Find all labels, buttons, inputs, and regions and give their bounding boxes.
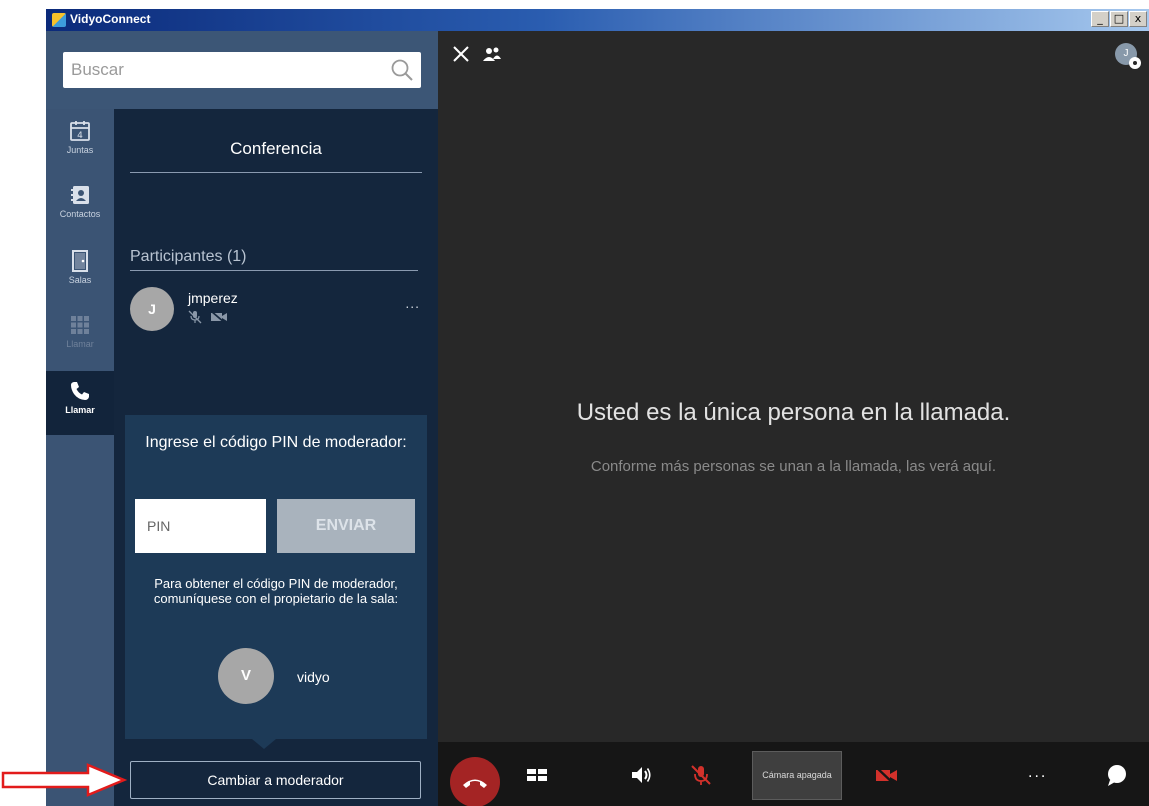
sidebar-item-salas[interactable]: Salas xyxy=(46,241,114,305)
close-window-button[interactable]: x xyxy=(1129,11,1147,27)
close-icon[interactable] xyxy=(452,45,470,63)
mic-muted-icon xyxy=(188,310,202,324)
search-box[interactable] xyxy=(63,52,421,88)
switch-to-moderator-button[interactable]: Cambiar a moderador xyxy=(130,761,421,799)
window-controls: _ □ x xyxy=(1091,11,1147,27)
sidebar-item-label: Salas xyxy=(68,275,92,285)
phone-icon xyxy=(71,382,89,400)
pin-input[interactable] xyxy=(135,499,266,553)
window-title: VidyoConnect xyxy=(70,12,151,26)
divider xyxy=(130,172,422,173)
popup-pointer xyxy=(252,739,276,749)
hangup-button[interactable] xyxy=(450,757,500,806)
chat-icon[interactable] xyxy=(1104,762,1130,788)
door-icon xyxy=(72,250,88,272)
sidebar-item-contactos[interactable]: Contactos xyxy=(46,175,114,239)
owner-name: vidyo xyxy=(297,669,330,685)
sidebar-item-label: Llamar xyxy=(65,405,95,415)
maximize-button[interactable]: □ xyxy=(1110,11,1128,27)
layout-icon[interactable] xyxy=(524,762,550,788)
minimize-button[interactable]: _ xyxy=(1091,11,1109,27)
participants-title: Participantes (1) xyxy=(130,248,247,265)
video-stage: J Usted es la única persona en la llamad… xyxy=(438,31,1149,742)
participant-more-button[interactable]: ... xyxy=(405,295,420,311)
contacts-icon xyxy=(71,186,89,204)
camera-off-icon[interactable] xyxy=(873,762,899,788)
divider xyxy=(130,270,418,271)
pin-popup-title: Ingrese el código PIN de moderador: xyxy=(145,434,407,451)
call-toolbar: Cámara apagada ... xyxy=(438,742,1149,806)
app-window: VidyoConnect _ □ x 4 Juntas xyxy=(46,9,1149,806)
mic-muted-icon[interactable] xyxy=(688,762,714,788)
sidebar-item-label: Llamar xyxy=(66,339,94,349)
moderator-pin-popup: Ingrese el código PIN de moderador: ENVI… xyxy=(125,415,427,739)
search-area xyxy=(46,31,438,109)
owner-avatar: V xyxy=(218,648,274,704)
calendar-icon: 4 xyxy=(70,121,90,141)
alone-subtitle: Conforme más personas se unan a la llama… xyxy=(590,458,997,475)
sidebar-nav: 4 Juntas Contactos Salas Llamar Llamar xyxy=(46,109,114,806)
vidyo-logo-icon xyxy=(52,13,66,27)
gear-icon[interactable] xyxy=(1129,57,1141,69)
sidebar-item-juntas[interactable]: 4 Juntas xyxy=(46,111,114,175)
sidebar-item-label: Contactos xyxy=(59,209,101,219)
participants-icon[interactable] xyxy=(482,45,502,63)
more-options-button[interactable]: ... xyxy=(1028,762,1054,788)
participant-name: jmperez xyxy=(188,290,238,306)
avatar: J xyxy=(130,287,174,331)
title-bar: VidyoConnect _ □ x xyxy=(46,9,1149,31)
participant-row[interactable]: J jmperez ... xyxy=(130,287,426,337)
dialpad-icon xyxy=(71,316,89,334)
camera-status-label: Cámara apagada xyxy=(752,751,842,800)
conference-title: Conferencia xyxy=(230,139,322,158)
pin-info-text: Para obtener el código PIN de moderador,… xyxy=(153,576,399,606)
participant-status xyxy=(188,310,228,324)
sidebar-item-llamar[interactable]: Llamar xyxy=(46,371,114,435)
camera-off-icon xyxy=(210,310,227,324)
conference-panel: Conferencia Participantes (1) J jmperez xyxy=(114,109,438,806)
search-input[interactable] xyxy=(71,58,371,82)
sidebar-item-label: Juntas xyxy=(66,145,94,155)
hangup-icon xyxy=(463,779,487,788)
annotation-arrow-icon xyxy=(1,763,128,797)
alone-message: Usted es la única persona en la llamada. xyxy=(576,399,1011,426)
speaker-icon[interactable] xyxy=(628,762,654,788)
svg-text:4: 4 xyxy=(77,131,83,141)
sidebar-item-dialpad: Llamar xyxy=(46,305,114,369)
search-icon[interactable] xyxy=(389,57,415,83)
send-pin-button[interactable]: ENVIAR xyxy=(277,499,415,553)
